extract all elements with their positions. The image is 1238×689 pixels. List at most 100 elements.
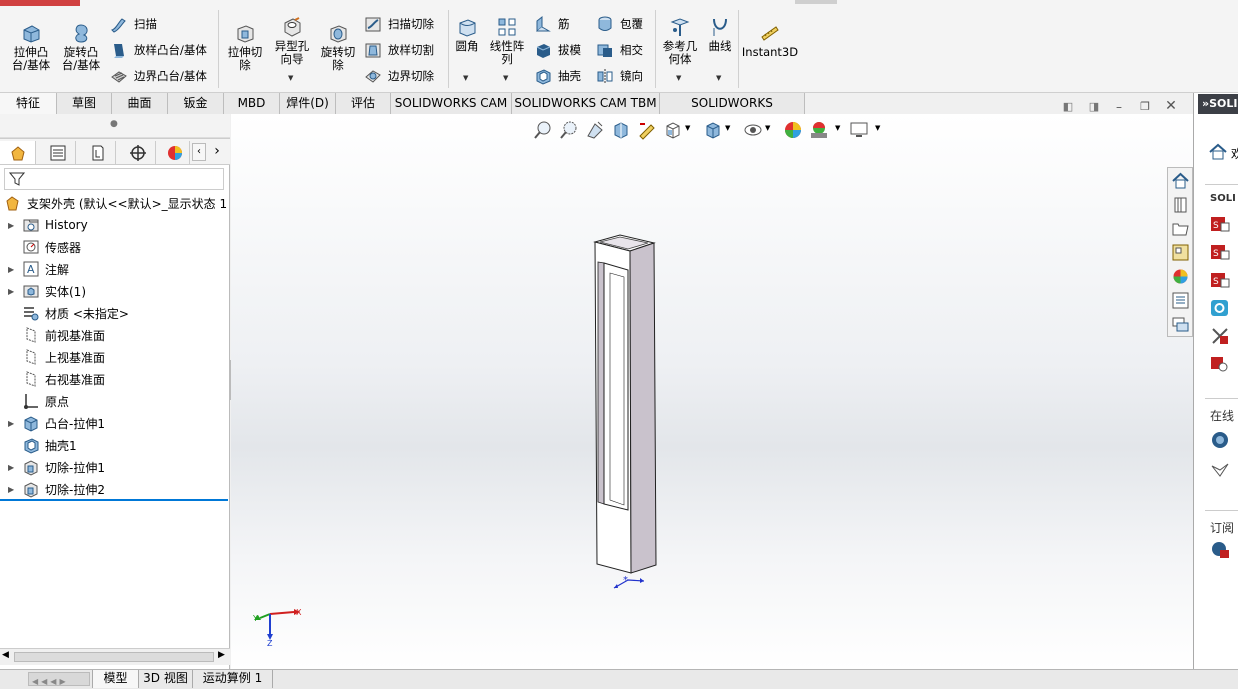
curves-button[interactable]: 曲线 [704,16,736,53]
graphics-area[interactable] [231,114,1193,669]
tab-sketch[interactable]: 草图 [57,93,112,114]
display-style-dropdown-icon[interactable]: ▼ [725,124,730,132]
reference-geometry-dropdown-icon[interactable]: ▼ [676,74,681,82]
tab-features[interactable]: 特征 [0,93,57,114]
revolve-cut-button[interactable]: 旋转切 除 [316,22,360,72]
tabs-scroll-right-icon[interactable]: › [210,143,224,161]
tree-item-boss-extrude1[interactable]: ▶ 凸台-拉伸1 [0,412,105,434]
tree-item-right-plane[interactable]: 右视基准面 [0,368,105,390]
tab-weldments[interactable]: 焊件(D) [280,93,336,114]
scroll-thumb[interactable] [14,652,214,662]
extrude-cut-button[interactable]: 拉伸切 除 [224,22,266,72]
part-model[interactable] [590,232,660,577]
view-settings-dropdown-icon[interactable]: ▼ [875,124,880,132]
custom-properties-icon[interactable] [1171,291,1190,310]
sw-tools-icon[interactable] [1210,326,1230,346]
sweep-button[interactable]: 扫描 [110,15,157,33]
tree-item-material[interactable]: 材质 <未指定> [0,302,129,324]
expand-arrow-icon[interactable]: ▶ [8,463,18,472]
zoom-area-icon[interactable] [559,120,579,140]
close-icon[interactable]: ✕ [1164,98,1178,114]
tree-item-history[interactable]: ▶ History [0,214,88,236]
apply-scene-dropdown-icon[interactable]: ▼ [835,124,840,132]
zoom-to-fit-icon[interactable] [533,120,553,140]
rollback-bar[interactable] [0,499,228,501]
maximize-icon[interactable]: ❐ [1138,100,1152,114]
subscription-icon[interactable] [1210,540,1230,560]
view-orientation-dropdown-icon[interactable]: ▼ [685,124,690,132]
tree-root[interactable]: 支架外壳 (默认<<默认>_显示状态 1 [0,192,227,214]
linear-pattern-dropdown-icon[interactable]: ▼ [503,74,508,82]
tree-item-shell1[interactable]: 抽壳1 [0,434,77,456]
expand-arrow-icon[interactable]: ▶ [8,287,18,296]
feature-manager-tab[interactable] [0,141,36,164]
tab-model[interactable]: 模型 [92,670,139,688]
tab-motion-study-1[interactable]: 运动算例 1 [193,670,273,688]
forum-link-icon[interactable] [1210,460,1230,480]
boundary-boss-button[interactable]: 边界凸台/基体 [110,67,207,85]
tree-item-sensors[interactable]: 传感器 [0,236,81,258]
sw-resource-icon[interactable]: S [1210,214,1230,234]
rib-button[interactable]: 筋 [534,15,570,33]
online-resource-icon[interactable] [1210,430,1230,450]
tab-solidworks-cam-tbm[interactable]: SOLIDWORKS CAM TBM [512,93,660,114]
tab-nav-arrows-icon[interactable]: ◀◀◀▶ [29,677,69,686]
extrude-boss-button[interactable]: 拉伸凸 台/基体 [8,22,54,72]
task-pane-header[interactable]: »SOLI [1198,94,1238,114]
home-icon[interactable] [1208,142,1228,162]
view-palette-icon[interactable] [1171,243,1190,262]
display-style-icon[interactable] [703,120,723,140]
view-orientation-icon[interactable] [663,120,683,140]
tree-item-origin[interactable]: 原点 [0,390,69,412]
hole-wizard-button[interactable]: 异型孔 向导 [270,16,314,66]
tabs-scroll-left-icon[interactable]: ‹ [192,143,206,161]
apply-scene-icon[interactable] [809,120,829,140]
tab-sheet-metal[interactable]: 钣金 [168,93,224,114]
horizontal-scrollbar[interactable]: ◀ ▶ [0,648,230,665]
scroll-right-icon[interactable]: ▶ [218,650,225,660]
draft-button[interactable]: 拔模 [534,41,581,59]
expand-arrow-icon[interactable]: ▶ [8,221,18,230]
shell-button[interactable]: 抽壳 [534,67,581,85]
tab-evaluate[interactable]: 评估 [336,93,391,114]
intersect-button[interactable]: 相交 [596,41,643,59]
design-library-icon[interactable] [1171,195,1190,214]
sw-resource-icon[interactable]: S [1210,270,1230,290]
mirror-button[interactable]: 镜向 [596,67,643,85]
edit-appearance-icon[interactable] [783,120,803,140]
tab-navigation[interactable]: ◀◀◀▶ [28,672,90,686]
home-icon[interactable] [1171,171,1190,190]
tab-mbd[interactable]: MBD [224,93,280,114]
tab-3d-views[interactable]: 3D 视图 [139,670,193,688]
scroll-left-icon[interactable]: ◀ [2,650,9,660]
hole-wizard-dropdown-icon[interactable]: ▼ [288,74,293,82]
tree-item-cut-extrude2[interactable]: ▶ 切除-拉伸2 [0,478,105,500]
tree-item-solid-bodies[interactable]: ▶ 实体(1) [0,280,86,302]
expand-arrow-icon[interactable]: ▶ [8,419,18,428]
lofted-cut-button[interactable]: 放样切割 [364,41,434,59]
restore-left-icon[interactable]: ◧ [1061,100,1075,114]
swept-cut-button[interactable]: 扫描切除 [364,15,434,33]
sw-search-icon[interactable] [1210,354,1230,374]
tab-solidworks-cam[interactable]: SOLIDWORKS CAM [391,93,512,114]
hide-show-dropdown-icon[interactable]: ▼ [765,124,770,132]
loft-boss-button[interactable]: 放样凸台/基体 [110,41,207,59]
section-view-icon[interactable] [611,120,631,140]
view-settings-icon[interactable] [849,120,869,140]
minimize-icon[interactable]: – [1112,100,1126,114]
forum-icon[interactable] [1171,315,1190,334]
sw-resource-icon[interactable]: S [1210,242,1230,262]
panel-splitter[interactable]: ● [0,114,230,138]
tree-filter[interactable] [4,168,224,190]
tree-item-top-plane[interactable]: 上视基准面 [0,346,105,368]
fillet-button[interactable]: 圆角 [452,16,482,53]
hide-show-items-icon[interactable] [743,120,763,140]
tree-item-front-plane[interactable]: 前视基准面 [0,324,105,346]
display-manager-tab[interactable] [160,141,190,164]
configuration-manager-tab[interactable] [80,141,116,164]
wrap-button[interactable]: 包覆 [596,15,643,33]
revolve-boss-button[interactable]: 旋转凸 台/基体 [58,22,104,72]
dimxpert-manager-tab[interactable] [120,141,156,164]
fillet-dropdown-icon[interactable]: ▼ [463,74,468,82]
previous-view-icon[interactable] [585,120,605,140]
